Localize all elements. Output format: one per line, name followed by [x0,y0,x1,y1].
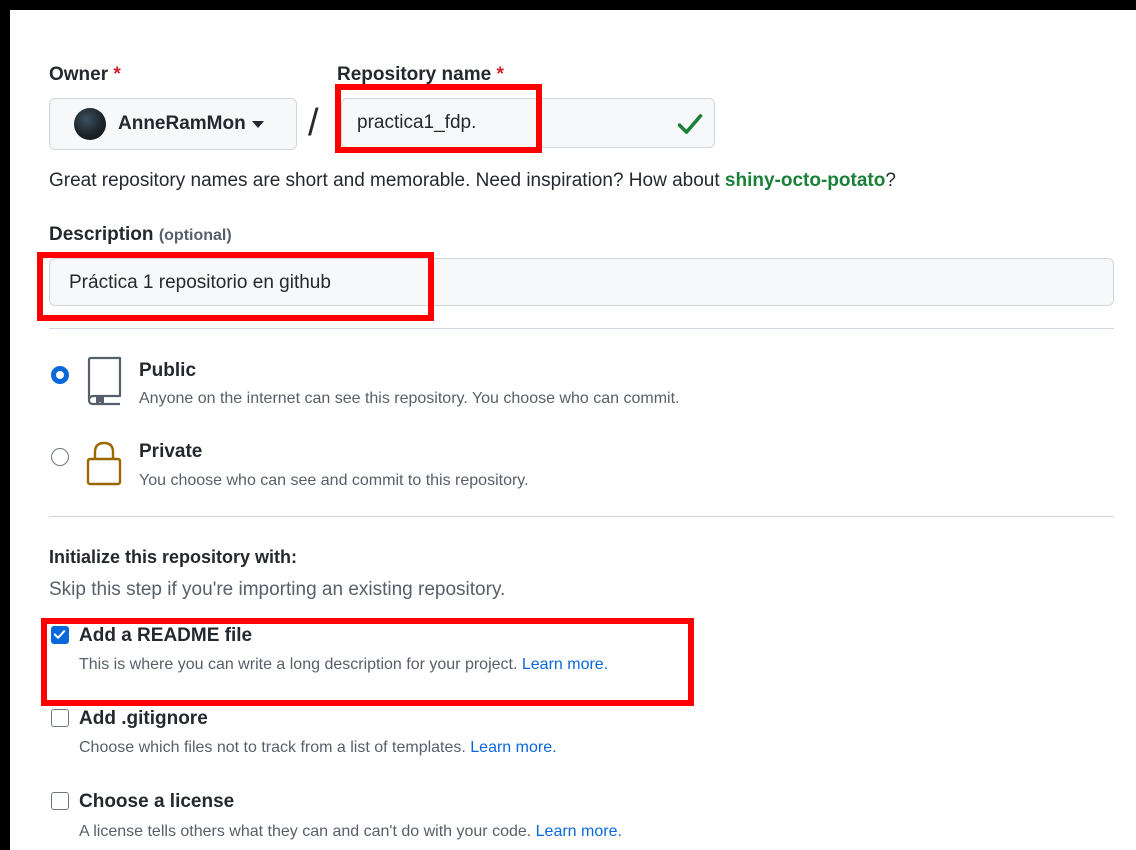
radio-public[interactable] [51,366,69,384]
repo-name-hint: Great repository names are short and mem… [49,170,896,191]
owner-dropdown[interactable]: AnneRamMon [49,98,297,150]
repo-name-label: Repository name * [337,64,504,85]
owner-required-mark: * [113,64,121,85]
license-desc: A license tells others what they can and… [79,823,622,840]
visibility-private-title: Private [139,441,203,462]
owner-value: AnneRamMon [118,113,246,134]
gitignore-desc: Choose which files not to track from a l… [79,739,557,756]
init-section-subtitle: Skip this step if you're importing an ex… [49,579,506,600]
license-title: Choose a license [79,791,235,812]
gitignore-learn-more-link[interactable]: Learn more. [470,739,556,756]
description-optional-label: (optional) [158,227,232,244]
divider [49,328,1114,329]
avatar [74,108,106,140]
repo-icon [87,356,122,406]
highlight-box-repo-name [335,84,542,153]
repo-name-required-mark: * [496,64,504,85]
gitignore-title: Add .gitignore [79,708,208,729]
radio-private[interactable] [51,448,69,466]
checkbox-license[interactable] [51,792,69,810]
description-label: Description (optional) [49,224,232,245]
lock-icon [86,441,122,486]
highlight-box-description [37,252,434,321]
highlight-box-readme [41,618,694,706]
check-icon [677,114,703,134]
license-learn-more-link[interactable]: Learn more. [536,823,622,840]
init-section-title: Initialize this repository with: [49,547,298,567]
visibility-public-title: Public [139,360,197,381]
chevron-down-icon [251,120,264,128]
divider [49,516,1114,517]
repo-create-form: Owner * AnneRamMon / Repository name * p… [10,10,1136,850]
visibility-public-desc: Anyone on the internet can see this repo… [139,390,680,407]
owner-label: Owner * [49,64,121,85]
checkbox-gitignore[interactable] [51,709,69,727]
visibility-private-desc: You choose who can see and commit to thi… [139,472,529,489]
name-suggestion-link[interactable]: shiny-octo-potato [725,170,885,191]
owner-repo-separator: / [308,102,319,144]
